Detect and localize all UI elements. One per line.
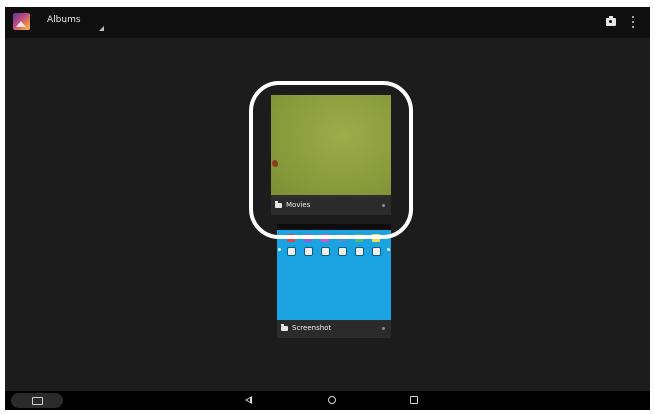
thumbnail-dot: [387, 248, 390, 251]
camera-icon[interactable]: [606, 16, 616, 26]
thumbnail-app-tile: [356, 248, 363, 255]
album-screenshot[interactable]: Screenshot: [277, 224, 391, 338]
thumbnail-app-tile: [305, 248, 312, 255]
thumbnail-app-grid: [287, 234, 387, 268]
thumbnail-app-tile: [373, 248, 380, 255]
screenshot-capture-button[interactable]: [11, 393, 63, 408]
albums-dropdown-label: Albums: [47, 15, 81, 25]
overflow-menu-icon[interactable]: [630, 16, 636, 30]
gallery-screen: Albums Movies Screenshot: [5, 7, 650, 410]
action-bar: Albums: [5, 7, 650, 38]
album-name: Screenshot: [292, 324, 332, 332]
thumbnail-app-tile: [288, 248, 295, 255]
thumbnail-app-tile: [339, 248, 346, 255]
dropdown-arrow-icon: [99, 26, 104, 31]
navigation-bar: [5, 391, 650, 410]
back-icon[interactable]: [245, 396, 252, 404]
home-icon[interactable]: [328, 396, 336, 404]
thumbnail-dot: [278, 248, 281, 251]
highlight-ring: [249, 81, 413, 239]
gallery-app-icon[interactable]: [13, 13, 30, 30]
thumbnail-app-tile: [322, 248, 329, 255]
recents-icon[interactable]: [410, 396, 418, 404]
albums-dropdown[interactable]: Albums: [47, 13, 107, 33]
album-footer: Screenshot: [277, 321, 391, 338]
album-more-icon[interactable]: [382, 327, 385, 330]
folder-icon: [281, 324, 288, 331]
screenshot-capture-icon: [32, 397, 43, 405]
